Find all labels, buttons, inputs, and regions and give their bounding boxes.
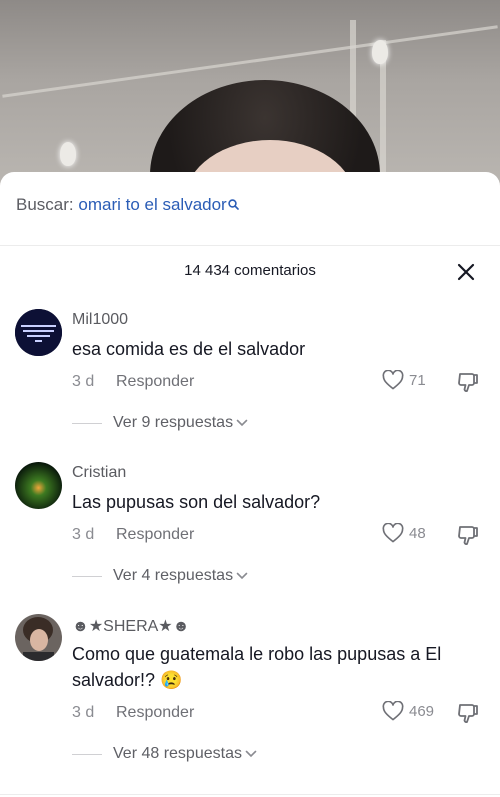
search-icon — [228, 195, 239, 215]
view-replies-button[interactable]: Ver 4 respuestas — [72, 567, 248, 585]
heart-icon — [382, 523, 404, 543]
chevron-down-icon — [245, 750, 257, 758]
view-replies-button[interactable]: Ver 48 respuestas — [72, 745, 257, 763]
divider — [0, 245, 500, 246]
like-button[interactable]: 71 — [382, 370, 426, 390]
view-replies-button[interactable]: Ver 9 respuestas — [72, 414, 248, 432]
search-query-link[interactable]: omari to el salvador — [78, 195, 226, 214]
like-count: 469 — [409, 702, 435, 720]
video-preview[interactable] — [0, 0, 500, 200]
view-replies-label: Ver 4 respuestas — [113, 567, 234, 584]
comment-username[interactable]: Cristian — [72, 464, 126, 482]
avatar[interactable] — [15, 309, 62, 356]
comment-age: 3 d — [72, 704, 95, 721]
comment-age: 3 d — [72, 373, 95, 390]
reply-button[interactable]: Responder — [116, 373, 194, 391]
search-suggestion[interactable]: Buscar: omari to el salvador — [16, 195, 239, 215]
replies-line — [72, 753, 102, 755]
dislike-icon[interactable] — [457, 371, 479, 398]
comment-username[interactable]: ☻★SHERA★☻ — [72, 616, 189, 636]
like-count: 48 — [409, 524, 426, 542]
divider — [0, 794, 500, 795]
like-button[interactable]: 48 — [382, 523, 426, 543]
reply-button[interactable]: Responder — [116, 526, 194, 544]
like-button[interactable]: 469 — [382, 701, 434, 721]
dislike-icon[interactable] — [457, 524, 479, 551]
replies-line — [72, 575, 102, 577]
light-bulb — [372, 40, 388, 64]
reply-button[interactable]: Responder — [116, 704, 194, 722]
chevron-down-icon — [236, 419, 248, 427]
chevron-down-icon — [236, 572, 248, 580]
view-replies-label: Ver 48 respuestas — [113, 745, 242, 762]
view-replies-label: Ver 9 respuestas — [113, 414, 234, 431]
comments-count: 14 434 comentarios — [184, 262, 316, 279]
avatar[interactable] — [15, 462, 62, 509]
close-icon[interactable] — [456, 262, 476, 282]
heart-icon — [382, 370, 404, 390]
comment-age: 3 d — [72, 526, 95, 543]
dislike-icon[interactable] — [457, 702, 479, 729]
avatar[interactable] — [15, 614, 62, 661]
heart-icon — [382, 701, 404, 721]
light-bulb — [60, 142, 76, 166]
like-count: 71 — [409, 371, 426, 389]
comment-text: Las pupusas son del salvador? — [72, 492, 321, 512]
comment-text: esa comida es de el salvador — [72, 339, 306, 359]
replies-line — [72, 422, 102, 424]
comment-text: Como que guatemala le robo las pupusas a… — [72, 644, 442, 690]
search-label: Buscar: — [16, 195, 74, 214]
comment-username[interactable]: Mil1000 — [72, 311, 128, 329]
